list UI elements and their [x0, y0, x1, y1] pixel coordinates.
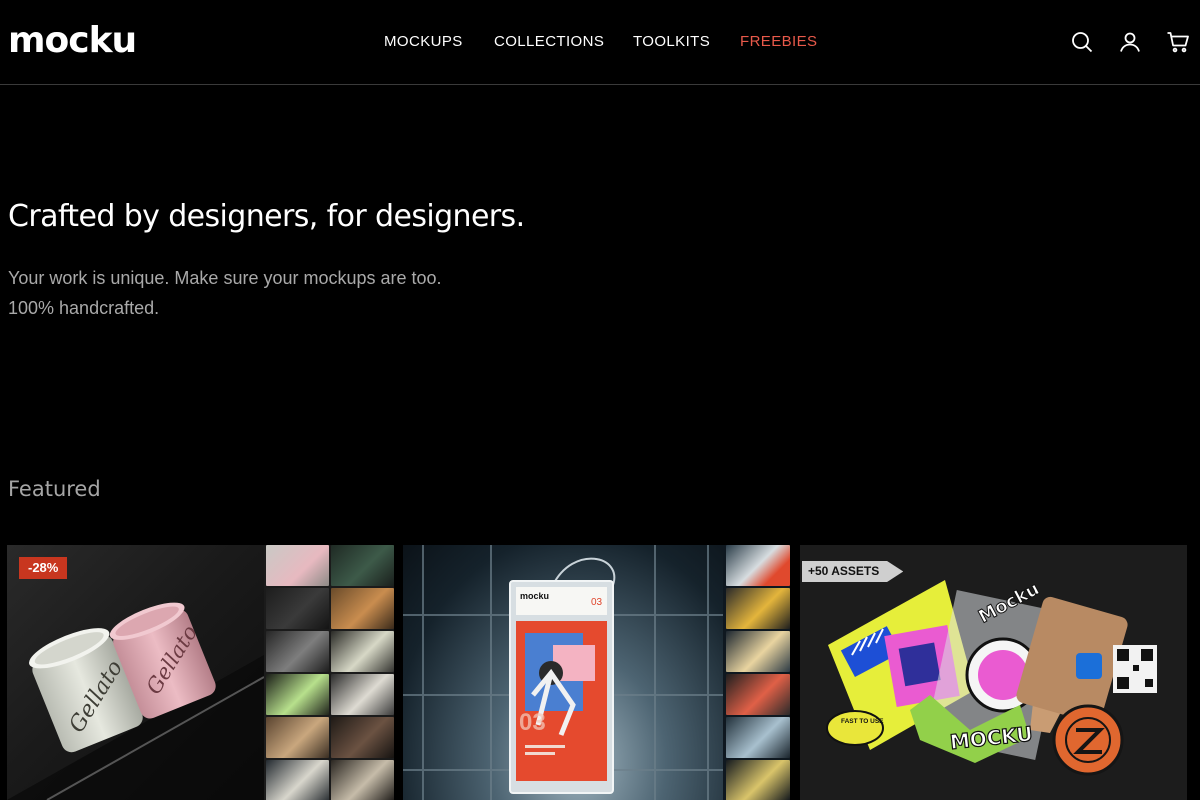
nav-mockups[interactable]: MOCKUPS	[384, 31, 463, 53]
thumbnail[interactable]	[266, 717, 329, 758]
assets-badge: +50 ASSETS	[802, 561, 904, 582]
thumbnail[interactable]	[266, 545, 329, 586]
thumbnail[interactable]	[331, 674, 394, 715]
thumbnail[interactable]	[266, 631, 329, 672]
thumbnail[interactable]	[726, 717, 790, 758]
featured-card-trading-card[interactable]: mocku 03 03	[403, 545, 790, 800]
card-thumbnail-grid	[266, 545, 394, 800]
thumbnail[interactable]	[266, 588, 329, 629]
thumbnail[interactable]	[331, 760, 394, 800]
thumbnail[interactable]	[726, 588, 790, 629]
thumbnail[interactable]	[726, 545, 790, 586]
nav-collections[interactable]: COLLECTIONS	[494, 31, 604, 53]
thumbnail[interactable]	[331, 545, 394, 586]
thumbnail[interactable]	[331, 631, 394, 672]
nav-freebies[interactable]: FREEBIES	[740, 31, 817, 53]
featured-card-stickers[interactable]: Mocku MOCKU FAST TO USE +50 ASSETS	[800, 545, 1187, 800]
card-main-image: mocku 03 03	[403, 545, 723, 800]
card-thumbnail-grid	[726, 545, 790, 800]
gellato-tubs-image: Gellato Gellato	[7, 602, 265, 800]
sticker-fast-text: FAST TO USE	[841, 718, 884, 725]
card-number-large: 03	[519, 709, 546, 736]
site-header: mocku MOCKUPS COLLECTIONS TOOLKITS FREEB…	[0, 0, 1200, 85]
hero-subtitle-line-2: 100% handcrafted.	[8, 298, 160, 318]
card-main-image: Gellato Gellato	[7, 545, 265, 800]
card-main-image: Mocku MOCKU FAST TO USE	[800, 545, 1187, 800]
featured-heading: Featured	[8, 477, 101, 501]
card-brand-label: mocku	[520, 591, 549, 601]
card-number-small: 03	[591, 597, 603, 608]
main-nav: MOCKUPS COLLECTIONS TOOLKITS FREEBIES	[0, 31, 1200, 53]
thumbnail[interactable]	[726, 760, 790, 800]
thumbnail[interactable]	[331, 717, 394, 758]
trading-card-image: mocku 03 03	[403, 545, 723, 800]
nav-toolkits[interactable]: TOOLKITS	[633, 31, 710, 53]
user-icon[interactable]	[1118, 30, 1142, 54]
sticker-assets-image: Mocku MOCKU FAST TO USE	[826, 578, 1157, 776]
thumbnail[interactable]	[266, 760, 329, 800]
thumbnail[interactable]	[331, 588, 394, 629]
thumbnail[interactable]	[726, 631, 790, 672]
hero-title: Crafted by designers, for designers.	[8, 199, 525, 234]
thumbnail[interactable]	[726, 674, 790, 715]
thumbnail[interactable]	[266, 674, 329, 715]
cart-icon[interactable]	[1166, 30, 1190, 54]
hero-subtitle: Your work is unique. Make sure your mock…	[8, 263, 442, 323]
featured-card-gellato[interactable]: Gellato Gellato -28%	[7, 545, 394, 800]
search-icon[interactable]	[1070, 30, 1094, 54]
hero-subtitle-line-1: Your work is unique. Make sure your mock…	[8, 268, 442, 288]
discount-badge: -28%	[19, 557, 68, 579]
